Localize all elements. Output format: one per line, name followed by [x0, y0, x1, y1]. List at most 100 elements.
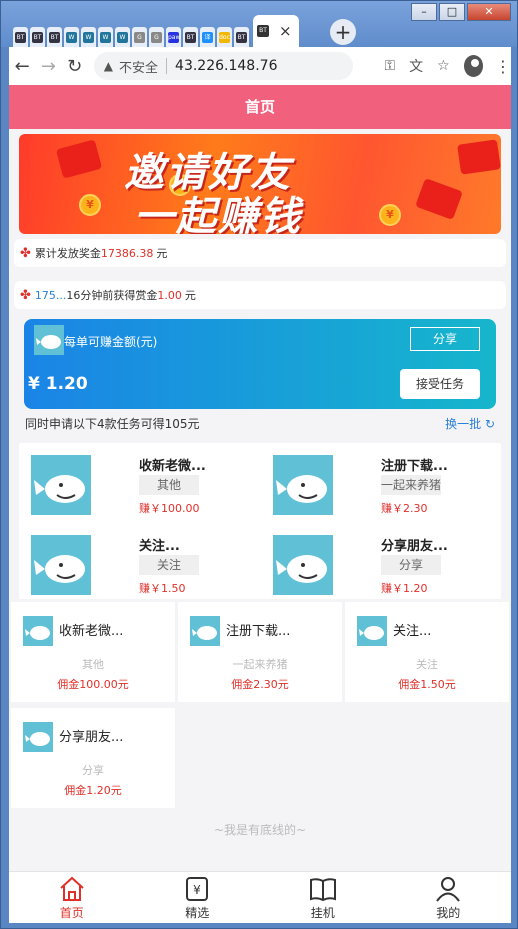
refresh-batch-button[interactable]: 换一批 ↻	[445, 415, 495, 432]
title-bar: BT BT BT W W W W G G paw BT 译 doc BT BT …	[1, 1, 517, 47]
url-input[interactable]: ▲ 不安全 43.226.148.76	[93, 52, 353, 80]
warning-icon[interactable]: ▲	[104, 59, 113, 73]
task-tag: 分享	[381, 555, 441, 575]
task-name: 关注...	[139, 539, 180, 554]
home-icon	[60, 876, 84, 901]
whale-icon	[23, 722, 53, 752]
tab-favicon-icon: BT	[257, 25, 269, 37]
tab-active[interactable]: BT ×	[253, 15, 299, 47]
task-name: 收新老微...	[59, 624, 124, 639]
task-price: 赚￥1.50	[139, 582, 186, 595]
invite-banner[interactable]: ¥ ¥ ¥ 邀请好友 一起赚钱	[19, 134, 501, 234]
whale-icon	[34, 325, 64, 355]
tab-favicon-icon: BT	[236, 31, 247, 43]
earn-amount: ¥ 1.20	[28, 374, 88, 394]
reload-icon[interactable]: ↻	[62, 56, 88, 77]
tab[interactable]: W	[64, 27, 79, 47]
tab[interactable]: W	[81, 27, 96, 47]
notice-middle: 16分钟前获得赏金	[66, 289, 158, 302]
recent-reward-notice: ✤ 175... 16分钟前获得赏金 1.00 元	[14, 281, 506, 309]
task-commission: 佣金2.30元	[231, 678, 289, 691]
tab[interactable]: BT	[47, 27, 62, 47]
featured-item[interactable]: 收新老微... 其他 赚￥100.00	[19, 453, 249, 523]
tab-favicon-icon: W	[83, 31, 94, 43]
tab-strip: BT BT BT W W W W G G paw BT 译 doc BT BT …	[13, 15, 301, 47]
page-viewport: 首页 ¥ ¥ ¥ 邀请好友 一起赚钱 ✤ 累计发放奖金 17386.38 元 ✤…	[9, 85, 511, 923]
task-commission: 佣金100.00元	[57, 678, 129, 691]
task-commission: 佣金1.20元	[64, 784, 122, 797]
tab-home[interactable]: 首页	[9, 872, 135, 923]
whale-icon	[190, 616, 220, 646]
whale-icon	[31, 535, 91, 595]
task-tag: 关注	[139, 555, 199, 575]
tab[interactable]: BT	[13, 27, 28, 47]
task-card[interactable]: 关注... 关注 佣金1.50元	[345, 602, 509, 702]
close-tab-icon[interactable]: ×	[279, 22, 292, 40]
tab[interactable]: G	[132, 27, 147, 47]
tab-label: 挂机	[310, 906, 335, 920]
task-price: 赚￥1.20	[381, 582, 428, 595]
tab[interactable]: paw	[166, 27, 181, 47]
task-tag: 关注	[416, 658, 438, 671]
tab[interactable]: G	[149, 27, 164, 47]
red-envelope-icon	[415, 178, 463, 220]
tab-featured[interactable]: ¥ 精选	[135, 872, 261, 923]
star-icon[interactable]: ☆	[437, 58, 450, 74]
accept-task-button[interactable]: 接受任务	[400, 369, 480, 399]
book-icon	[309, 878, 336, 902]
task-card[interactable]: 注册下载... 一起来养猪 佣金2.30元	[178, 602, 342, 702]
menu-icon[interactable]: ⋮	[495, 57, 511, 76]
translate-icon[interactable]: 文	[409, 56, 423, 76]
tab[interactable]: BT	[30, 27, 45, 47]
total-bonus-notice: ✤ 累计发放奖金 17386.38 元	[14, 239, 506, 267]
earn-label: 每单可赚金额(元)	[64, 335, 158, 349]
task-name: 关注...	[393, 624, 432, 639]
task-card[interactable]: 分享朋友... 分享 佣金1.20元	[11, 708, 175, 808]
tab-favicon-icon: G	[134, 31, 145, 43]
tab[interactable]: W	[98, 27, 113, 47]
window-controls: – □ ✕	[409, 3, 511, 21]
notice-suffix: 元	[156, 247, 168, 260]
notice-value: 17386.38	[100, 246, 154, 260]
key-icon[interactable]: ⚿	[385, 58, 396, 74]
tab[interactable]: W	[115, 27, 130, 47]
tab-mine[interactable]: 我的	[386, 872, 512, 923]
forward-icon[interactable]: →	[35, 56, 61, 77]
address-bar: ← → ↻ ▲ 不安全 43.226.148.76 ⚿ 文 ☆ ⋮	[9, 47, 511, 85]
tab-idle[interactable]: 挂机	[260, 872, 386, 923]
svg-text:¥: ¥	[193, 883, 201, 897]
whale-icon	[23, 616, 53, 646]
task-tag: 分享	[82, 764, 104, 777]
featured-item[interactable]: 分享朋友... 分享 赚￥1.20	[261, 533, 491, 603]
yen-card-icon: ¥	[186, 877, 209, 901]
task-name: 分享朋友...	[59, 730, 124, 745]
tab[interactable]: doc	[217, 27, 232, 47]
whale-icon	[273, 455, 333, 515]
share-button[interactable]: 分享	[410, 327, 480, 351]
tab[interactable]: BT	[234, 27, 249, 47]
notice-prefix: 累计发放奖金	[34, 247, 101, 260]
minimize-button[interactable]: –	[411, 3, 437, 21]
featured-item[interactable]: 关注... 关注 赚￥1.50	[19, 533, 249, 603]
tab-favicon-icon: BT	[15, 31, 26, 43]
page-title: 首页	[9, 85, 511, 129]
tab[interactable]: BT	[183, 27, 198, 47]
task-tag: 其他	[139, 475, 199, 495]
close-window-button[interactable]: ✕	[467, 3, 511, 21]
refresh-icon: ↻	[484, 417, 495, 431]
notice-user: 175...	[34, 288, 67, 302]
task-card[interactable]: 收新老微... 其他 佣金100.00元	[11, 602, 175, 702]
tab-favicon-icon: BT	[32, 31, 43, 43]
tab-favicon-icon: G	[151, 31, 162, 43]
notice-suffix: 元	[184, 289, 196, 302]
tab[interactable]: 译	[200, 27, 215, 47]
maximize-button[interactable]: □	[439, 3, 465, 21]
new-tab-button[interactable]: +	[330, 19, 356, 45]
red-envelope-icon	[457, 139, 501, 175]
url-text: 43.226.148.76	[175, 58, 278, 74]
featured-item[interactable]: 注册下载... 一起来养猪 赚￥2.30	[261, 453, 491, 523]
pinwheel-icon: ✤	[20, 245, 31, 261]
tab-favicon-icon: BT	[185, 31, 196, 43]
profile-icon[interactable]	[463, 55, 483, 77]
back-icon[interactable]: ←	[9, 56, 35, 77]
